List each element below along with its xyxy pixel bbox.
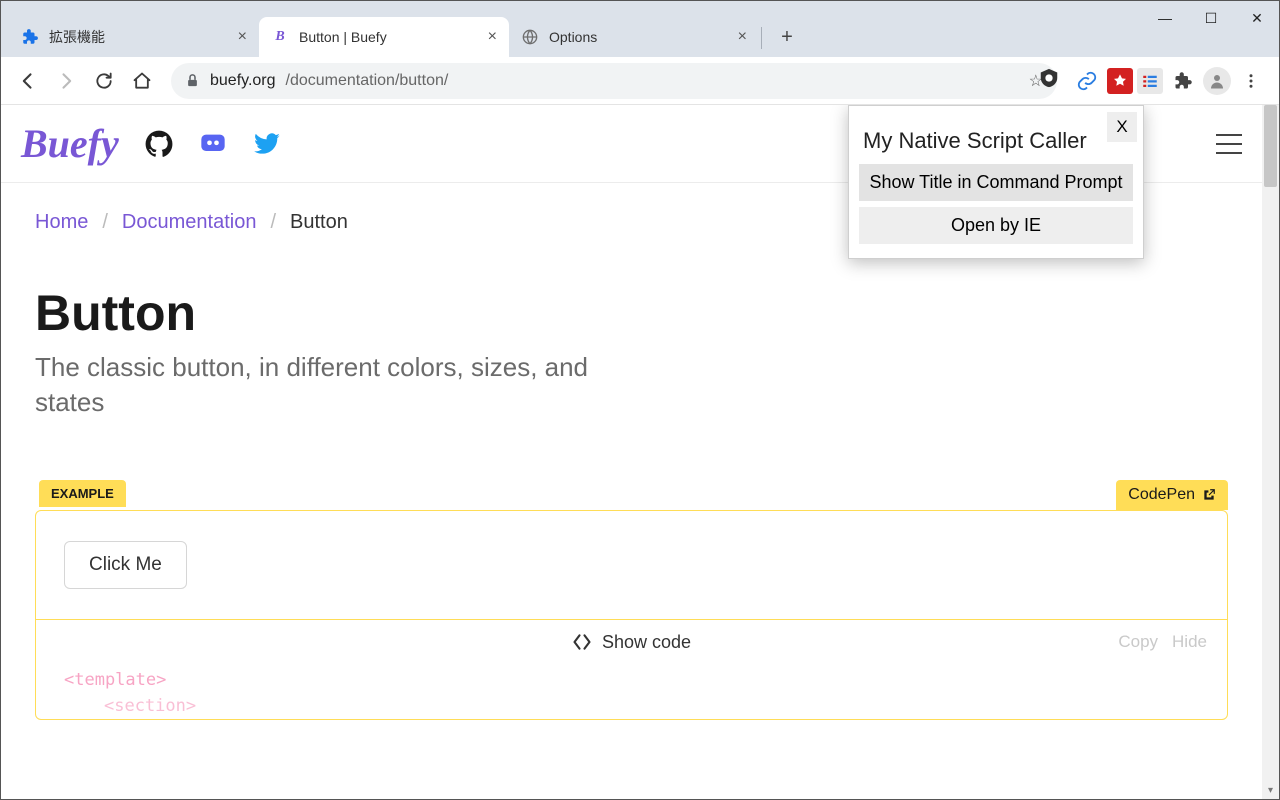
example-box: Click Me Show code Copy Hide <template> … [35,510,1228,720]
example-section: EXAMPLE CodePen Click Me Show code Copy … [1,420,1262,720]
show-code-row: Show code Copy Hide [36,619,1227,664]
code-preview: <template> <section> [36,664,1227,719]
copy-button[interactable]: Copy [1118,632,1158,652]
tab-options[interactable]: Options × [509,17,759,57]
code-icon [572,632,592,652]
profile-avatar-icon[interactable] [1203,67,1231,95]
title-block: Button The classic button, in different … [1,244,651,420]
extension-popup: X My Native Script Caller Show Title in … [848,105,1144,259]
discord-icon[interactable] [199,130,227,158]
reload-button[interactable] [85,62,123,100]
popup-title: My Native Script Caller [849,106,1143,164]
kebab-menu-icon[interactable] [1235,65,1267,97]
list-extension-icon[interactable] [1137,68,1163,94]
globe-icon [521,28,539,46]
popup-close-button[interactable]: X [1107,112,1137,142]
scroll-down-arrow[interactable]: ▾ [1262,782,1279,799]
vertical-scrollbar[interactable]: ▾ [1262,105,1279,799]
window-controls: — ☐ ✕ [1142,0,1280,36]
tab-title: Button | Buefy [299,29,478,45]
page-subtitle: The classic button, in different colors,… [35,350,617,420]
tab-strip: 拡張機能 × B Button | Buefy × Options × + [1,1,1279,57]
page-title: Button [35,284,617,342]
popup-show-title-button[interactable]: Show Title in Command Prompt [859,164,1133,201]
extensions-puzzle-icon[interactable] [1167,65,1199,97]
pdf-extension-icon[interactable] [1107,68,1133,94]
breadcrumb-home[interactable]: Home [35,211,88,234]
puzzle-icon [21,28,39,46]
popup-open-ie-button[interactable]: Open by IE [859,207,1133,244]
viewport: Buefy Home / Documentation / Button Butt [1,105,1279,799]
page-content: Buefy Home / Documentation / Button Butt [1,105,1262,799]
breadcrumb-current: Button [290,211,348,234]
maximize-button[interactable]: ☐ [1188,0,1234,36]
show-code-label: Show code [602,632,691,653]
scrollbar-thumb[interactable] [1264,105,1277,187]
link-extension-icon[interactable] [1071,65,1103,97]
close-icon[interactable]: × [738,28,747,46]
breadcrumb-sep: / [102,211,108,234]
extension-icons [1067,65,1271,97]
breadcrumb-sep: / [270,211,276,234]
external-link-icon [1202,488,1216,502]
minimize-button[interactable]: — [1142,0,1188,36]
forward-button[interactable] [47,62,85,100]
tab-title: 拡張機能 [49,27,228,47]
show-code-toggle[interactable]: Show code [36,632,1227,653]
url-host: buefy.org [210,72,276,90]
back-button[interactable] [9,62,47,100]
tab-extensions[interactable]: 拡張機能 × [9,17,259,57]
example-label: EXAMPLE [39,480,126,507]
github-icon[interactable] [145,130,173,158]
close-icon[interactable]: × [238,28,247,46]
codepen-text: CodePen [1128,486,1195,504]
ublock-icon[interactable] [1033,62,1065,94]
home-button[interactable] [123,62,161,100]
hamburger-menu-icon[interactable] [1216,134,1242,154]
new-tab-button[interactable]: + [770,20,804,54]
lock-icon [185,73,200,88]
browser-toolbar: buefy.org/documentation/button/ ☆ [1,57,1279,105]
codepen-link[interactable]: CodePen [1116,480,1228,510]
tab-buefy[interactable]: B Button | Buefy × [259,17,509,57]
buefy-logo[interactable]: Buefy [21,120,119,167]
address-bar[interactable]: buefy.org/documentation/button/ ☆ [171,63,1057,99]
hide-button[interactable]: Hide [1172,632,1207,652]
breadcrumb-docs[interactable]: Documentation [122,211,257,234]
close-icon[interactable]: × [488,28,497,46]
tab-title: Options [549,29,728,45]
twitter-icon[interactable] [253,130,281,158]
example-click-me-button[interactable]: Click Me [64,541,187,589]
url-path: /documentation/button/ [286,72,449,90]
code-line: <section> [64,694,1199,720]
buefy-favicon: B [271,28,289,46]
code-line: <template> [64,668,1199,694]
window-close-button[interactable]: ✕ [1234,0,1280,36]
